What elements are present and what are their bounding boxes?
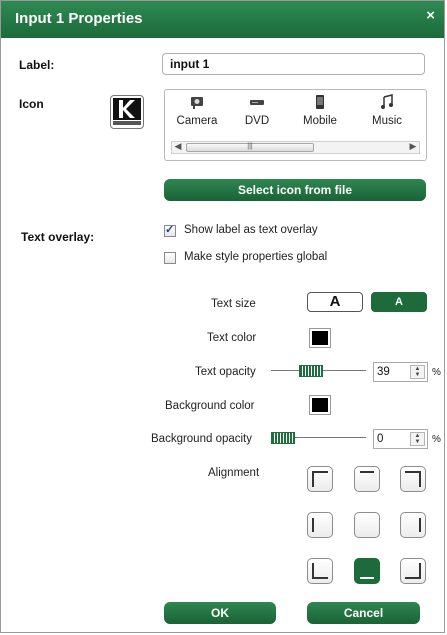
scroll-right-icon[interactable]: ▶ — [407, 141, 419, 152]
input-properties-dialog: Input 1 Properties × Label: Icon Camera — [0, 0, 445, 633]
text-opacity-spinner[interactable]: 39 ▲ ▼ — [373, 362, 428, 382]
icon-field-label: Icon — [19, 97, 44, 111]
close-icon[interactable]: × — [426, 7, 435, 24]
slider-thumb[interactable] — [271, 432, 295, 444]
label-input[interactable] — [162, 53, 425, 75]
align-top-left-button[interactable] — [307, 466, 333, 492]
align-middle-center-button[interactable] — [354, 512, 380, 538]
background-opacity-value: 0 — [377, 433, 384, 445]
background-opacity-spinner[interactable]: 0 ▲ ▼ — [373, 429, 428, 449]
camera-icon — [191, 97, 203, 109]
align-bottom-left-button[interactable] — [307, 558, 333, 584]
background-opacity-slider[interactable] — [271, 428, 366, 448]
align-middle-left-button[interactable] — [307, 512, 333, 538]
text-opacity-value: 39 — [377, 366, 390, 378]
ok-button[interactable]: OK — [164, 602, 276, 624]
title-bar: Input 1 Properties × — [1, 1, 444, 38]
alignment-label: Alignment — [208, 467, 260, 479]
align-middle-right-button[interactable] — [400, 512, 426, 538]
icon-gallery-scrollbar[interactable]: ◀ ||| ▶ — [171, 141, 420, 154]
dvd-icon — [250, 100, 264, 105]
background-color-fill — [312, 398, 328, 412]
make-global-checkbox[interactable] — [164, 252, 176, 264]
select-icon-from-file-button[interactable]: Select icon from file — [164, 179, 426, 201]
text-color-swatch[interactable] — [309, 328, 331, 348]
scroll-left-icon[interactable]: ◀ — [172, 141, 184, 152]
icon-option-label: Camera — [176, 115, 218, 127]
dialog-title: Input 1 Properties — [15, 10, 143, 27]
text-color-fill — [312, 331, 328, 345]
kramer-logo-icon — [110, 95, 144, 129]
icon-option-dvd[interactable]: DVD — [227, 94, 287, 127]
icon-option-label: DVD — [244, 115, 270, 127]
icon-option-mobile[interactable]: Mobile — [290, 94, 350, 127]
mobile-icon — [316, 95, 324, 109]
text-size-label: Text size — [211, 298, 256, 310]
background-opacity-unit: % — [432, 434, 441, 445]
background-color-label: Background color — [165, 400, 255, 412]
icon-option-camera[interactable]: Camera — [167, 94, 227, 127]
text-opacity-unit: % — [432, 367, 441, 378]
text-opacity-label: Text opacity — [195, 366, 256, 378]
label-field-label: Label: — [19, 58, 55, 72]
show-label-checkbox[interactable] — [164, 223, 176, 237]
icon-option-label: Music — [371, 115, 403, 127]
icon-option-label: Mobile — [303, 115, 337, 127]
text-color-label: Text color — [207, 332, 257, 344]
align-top-center-button[interactable] — [354, 466, 380, 492]
show-label-checkbox-label: Show label as text overlay — [184, 224, 318, 236]
scrollbar-thumb[interactable]: ||| — [186, 143, 314, 152]
align-top-right-button[interactable] — [400, 466, 426, 492]
spinner-arrows-icon[interactable]: ▲ ▼ — [410, 432, 425, 446]
text-size-large-button[interactable]: A — [307, 292, 363, 312]
background-color-swatch[interactable] — [309, 395, 331, 415]
icon-gallery[interactable]: Camera DVD Mobile Music ◀ ||| ▶ — [164, 89, 427, 161]
make-global-checkbox-label: Make style properties global — [184, 251, 328, 263]
text-opacity-slider[interactable] — [271, 361, 366, 381]
cancel-button[interactable]: Cancel — [307, 602, 420, 624]
align-bottom-right-button[interactable] — [400, 558, 426, 584]
align-bottom-center-button[interactable] — [354, 558, 380, 584]
text-size-small-button[interactable]: A — [371, 292, 427, 312]
music-icon — [381, 94, 393, 109]
text-overlay-label: Text overlay: — [21, 230, 95, 244]
background-opacity-label: Background opacity — [151, 433, 253, 445]
icon-option-music[interactable]: Music — [357, 94, 417, 127]
spinner-arrows-icon[interactable]: ▲ ▼ — [410, 365, 425, 379]
slider-thumb[interactable] — [299, 365, 323, 377]
